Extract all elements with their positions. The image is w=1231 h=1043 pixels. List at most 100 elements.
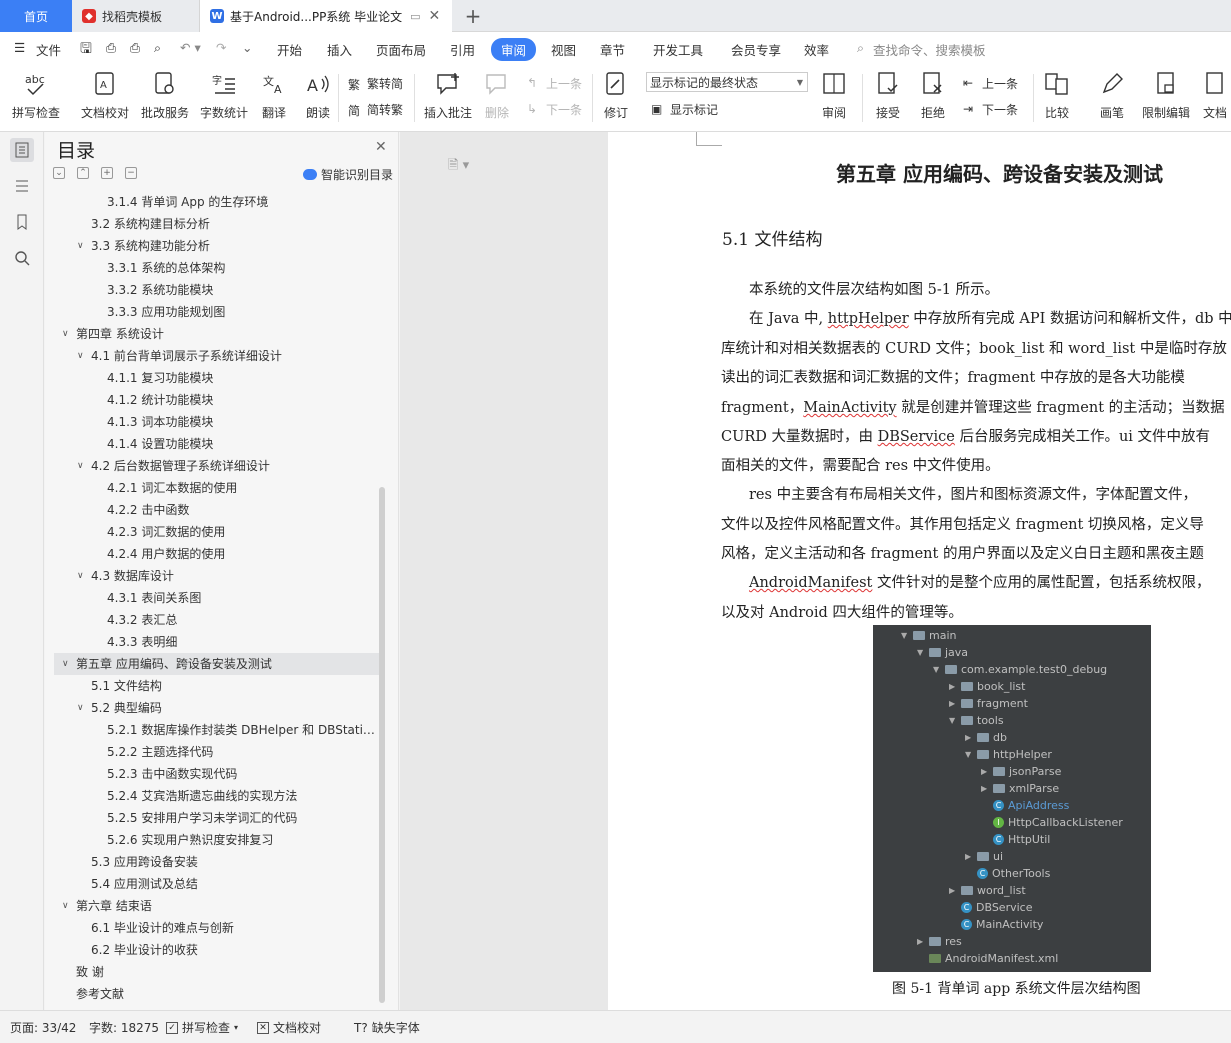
print-preview-icon[interactable]: ⌕ xyxy=(154,40,161,56)
spell-check-button[interactable]: abc 拼写检查 xyxy=(12,70,60,121)
toc-item[interactable]: 4.1.3 词本功能模块 xyxy=(107,412,213,433)
toc-expand-chevron-icon[interactable]: ∨ xyxy=(77,456,84,477)
file-tree-node[interactable]: AndroidManifest.xml xyxy=(917,950,1058,967)
toc-expand-chevron-icon[interactable]: ∨ xyxy=(62,654,69,675)
tree-toggle-icon[interactable]: ▼ xyxy=(965,746,977,763)
toc-item[interactable]: 5.2.3 击中函数实现代码 xyxy=(107,764,237,785)
menu-view[interactable]: 视图 xyxy=(551,40,576,59)
toc-panel-icon[interactable] xyxy=(10,138,34,162)
file-tree-node[interactable]: C HttpUtil xyxy=(981,831,1050,848)
toc-expand-chevron-icon[interactable]: ∨ xyxy=(77,346,84,367)
revise-button[interactable]: 修订 xyxy=(601,70,631,121)
menu-reference[interactable]: 引用 xyxy=(450,40,475,59)
prev-change-button[interactable]: ⇤ 上一条 xyxy=(963,75,1018,92)
file-tree-node[interactable]: ▶ word_list xyxy=(949,882,1026,899)
chapter-panel-icon[interactable] xyxy=(10,174,34,198)
doc-outline-icon[interactable]: 🗎 ▾ xyxy=(448,156,469,178)
compare-button[interactable]: 比较 xyxy=(1042,70,1072,121)
toc-item[interactable]: 3.3.3 应用功能规划图 xyxy=(107,302,225,323)
toc-item[interactable]: 4.2.3 词汇数据的使用 xyxy=(107,522,225,543)
tab-home[interactable]: 首页 xyxy=(0,0,72,32)
word-count-button[interactable]: 字 字数统计 xyxy=(200,70,248,121)
tree-toggle-icon[interactable]: ▶ xyxy=(965,848,977,865)
close-tab-icon[interactable]: ✕ xyxy=(429,8,441,24)
doc-permission-button[interactable]: 文档 xyxy=(1200,70,1230,121)
next-change-button[interactable]: ⇥ 下一条 xyxy=(963,101,1018,118)
tree-toggle-icon[interactable]: ▼ xyxy=(901,627,913,644)
file-tree-node[interactable]: C OtherTools xyxy=(965,865,1050,882)
menu-devtools[interactable]: 开发工具 xyxy=(653,40,703,59)
tree-toggle-icon[interactable]: ▶ xyxy=(917,933,929,950)
toc-item[interactable]: 4.3.2 表汇总 xyxy=(107,610,177,631)
status-proof[interactable]: ✕ 文档校对 xyxy=(257,1019,321,1036)
prev-comment-button[interactable]: ↰ 上一条 xyxy=(527,75,582,92)
batch-service-button[interactable]: 批改服务 xyxy=(141,70,189,121)
tree-toggle-icon[interactable]: ▶ xyxy=(949,678,961,695)
toc-scrollbar[interactable] xyxy=(379,487,385,1003)
add-level-icon[interactable]: + xyxy=(101,167,113,179)
simp-to-trad-button[interactable]: 简简转繁 xyxy=(348,101,403,118)
tree-toggle-icon[interactable]: ▶ xyxy=(981,763,993,780)
file-tree-node[interactable]: ▶ jsonParse xyxy=(981,763,1061,780)
read-aloud-button[interactable]: A 朗读 xyxy=(303,70,333,121)
toc-item[interactable]: 4.3.1 表间关系图 xyxy=(107,588,201,609)
command-search[interactable]: 查找命令、搜索模板 xyxy=(873,40,986,59)
toc-item[interactable]: 6.2 毕业设计的收获 xyxy=(91,940,198,961)
doc-proof-button[interactable]: A 文档校对 xyxy=(81,70,129,121)
file-tree-node[interactable]: ▼ java xyxy=(917,644,968,661)
file-tree-node[interactable]: ▶ res xyxy=(917,933,962,950)
tree-toggle-icon[interactable]: ▼ xyxy=(917,644,929,661)
menu-efficiency[interactable]: 效率 xyxy=(804,40,829,59)
toc-item[interactable]: 5.2.5 安排用户学习未学词汇的代码 xyxy=(107,808,297,829)
menu-review[interactable]: 审阅 xyxy=(491,38,537,61)
file-tree-node[interactable]: ▼ main xyxy=(901,627,956,644)
tree-toggle-icon[interactable]: ▼ xyxy=(949,712,961,729)
tree-toggle-icon[interactable]: ▶ xyxy=(949,882,961,899)
toc-item[interactable]: 5.2 典型编码 xyxy=(91,698,162,719)
word-count-indicator[interactable]: 字数: 18275 xyxy=(89,1019,159,1036)
file-tree-node[interactable]: C ApiAddress xyxy=(981,797,1069,814)
status-spell-check[interactable]: ✓ 拼写检查 ▾ xyxy=(166,1019,238,1036)
file-tree-node[interactable]: C MainActivity xyxy=(949,916,1043,933)
find-icon[interactable] xyxy=(10,246,34,270)
document-page[interactable]: 第五章 应用编码、跨设备安装及测试 5.1 文件结构 本系统的文件层次结构如图 … xyxy=(608,132,1231,1010)
toc-item[interactable]: 第六章 结束语 xyxy=(76,896,152,917)
toc-item[interactable]: 5.2.1 数据库操作封装类 DBHelper 和 DBStati… xyxy=(107,720,375,741)
toc-expand-chevron-icon[interactable]: ∨ xyxy=(77,566,84,587)
toc-item[interactable]: 4.1 前台背单词展示子系统详细设计 xyxy=(91,346,282,367)
toc-item[interactable]: 致 谢 xyxy=(76,962,104,983)
toc-item[interactable]: 第五章 应用编码、跨设备安装及测试 xyxy=(76,654,272,675)
file-tree-node[interactable]: ▶ fragment xyxy=(949,695,1028,712)
file-tree-node[interactable]: C DBService xyxy=(949,899,1032,916)
toc-expand-chevron-icon[interactable]: ∨ xyxy=(62,896,69,917)
page-indicator[interactable]: 页面: 33/42 xyxy=(10,1019,76,1036)
toc-item[interactable]: 4.2 后台数据管理子系统详细设计 xyxy=(91,456,270,477)
file-tree-node[interactable]: ▼ com.example.test0_debug xyxy=(933,661,1107,678)
remove-level-icon[interactable]: − xyxy=(125,167,137,179)
expand-up-icon[interactable]: ⌃ xyxy=(77,167,89,179)
toc-item[interactable]: 第四章 系统设计 xyxy=(76,324,164,345)
delete-comment-button[interactable]: 删除 xyxy=(482,70,512,121)
toc-item[interactable]: 4.1.4 设置功能模块 xyxy=(107,434,213,455)
toc-item[interactable]: 4.2.4 用户数据的使用 xyxy=(107,544,225,565)
tree-toggle-icon[interactable]: ▼ xyxy=(933,661,945,678)
file-tree-node[interactable]: I HttpCallbackListener xyxy=(981,814,1123,831)
toc-item[interactable]: 参考文献 xyxy=(76,984,124,1005)
toc-item[interactable]: 5.2.2 主题选择代码 xyxy=(107,742,213,763)
menu-layout[interactable]: 页面布局 xyxy=(376,40,426,59)
menu-chapter[interactable]: 章节 xyxy=(600,40,625,59)
new-tab-icon[interactable]: + xyxy=(458,0,488,32)
translate-button[interactable]: 文A 翻译 xyxy=(259,70,289,121)
tab-template[interactable]: ◆ 找稻壳模板 xyxy=(72,0,200,32)
close-icon[interactable]: ✕ xyxy=(375,139,387,155)
trad-to-simp-button[interactable]: 繁繁转简 xyxy=(348,75,403,92)
print-icon[interactable]: ⎙ xyxy=(130,40,140,56)
toc-item[interactable]: 5.2.4 艾宾浩斯遗忘曲线的实现方法 xyxy=(107,786,297,807)
file-tree-node[interactable]: ▶ book_list xyxy=(949,678,1025,695)
toc-item[interactable]: 5.2.6 实现用户熟识度安排复习 xyxy=(107,830,273,851)
toc-item[interactable]: 4.2.2 击中函数 xyxy=(107,500,189,521)
toc-item[interactable]: 5.1 文件结构 xyxy=(91,676,162,697)
toc-item[interactable]: 4.3 数据库设计 xyxy=(91,566,174,587)
toc-item[interactable]: 5.3 应用跨设备安装 xyxy=(91,852,198,873)
save-icon[interactable]: 🖫 xyxy=(80,38,92,62)
